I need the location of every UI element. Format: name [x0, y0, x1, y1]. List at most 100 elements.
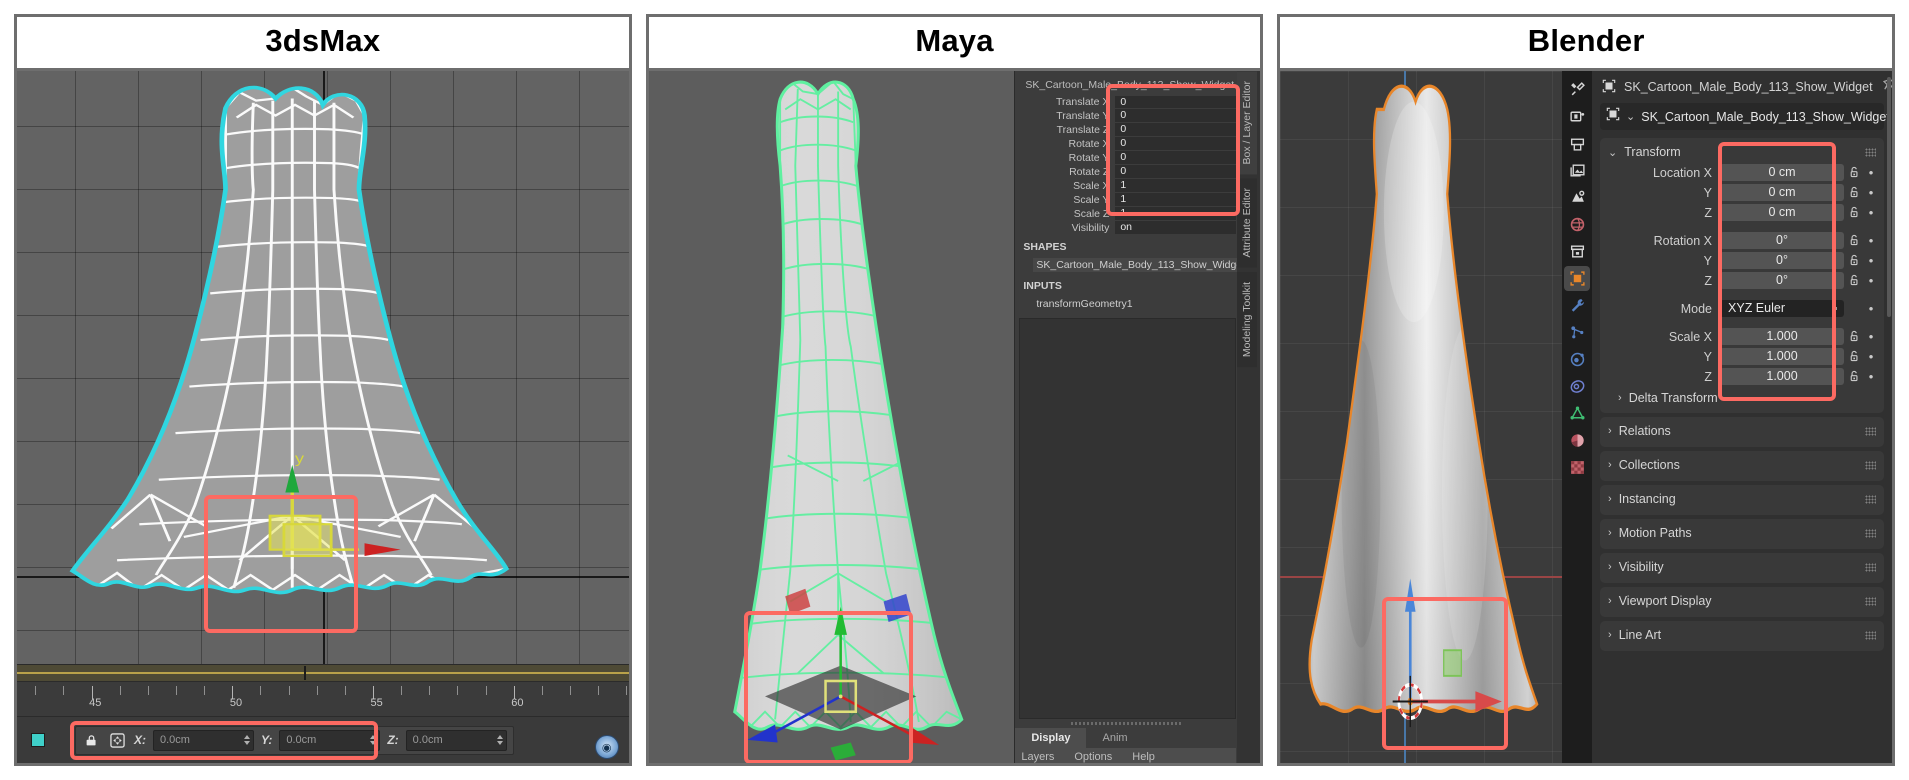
max-track-bar[interactable] — [17, 664, 629, 681]
animate-property-dot-icon[interactable]: • — [1864, 273, 1878, 288]
blender-tab-modifier-wrench[interactable] — [1564, 293, 1590, 318]
blender-object-id-block[interactable]: ⌄ SK_Cartoon_Male_Body_113_Show_Widget — [1600, 103, 1890, 130]
blender-transform-row[interactable]: Rotation X 0° • — [1600, 231, 1884, 250]
lock-open-icon[interactable] — [1848, 254, 1861, 267]
maya-layer-tabs[interactable]: Display Anim — [1015, 728, 1237, 748]
drag-grip-icon[interactable] — [1865, 426, 1877, 436]
blender-field-value[interactable]: 0° — [1720, 232, 1845, 249]
blender-field-lock[interactable] — [1844, 234, 1864, 247]
blender-transform-row[interactable]: Z 1.000 • — [1600, 367, 1884, 386]
blender-tab-particles[interactable] — [1564, 320, 1590, 345]
maya-vtab-channel-box[interactable]: Box / Layer Editor — [1237, 71, 1258, 175]
maya-layer-menubar[interactable]: Layers Options Help — [1015, 748, 1237, 763]
maya-menu-layers[interactable]: Layers — [1021, 751, 1054, 763]
animate-property-dot-icon[interactable]: • — [1864, 301, 1878, 316]
blender-panel-motion-paths[interactable]: › Motion Paths — [1600, 519, 1885, 549]
maya-splitter-handle[interactable] — [1015, 719, 1237, 728]
blender-panel-line-art[interactable]: › Line Art — [1600, 621, 1885, 651]
blender-delta-transform-subpanel[interactable]: › Delta Transform — [1600, 387, 1884, 407]
chevron-right-icon[interactable]: › — [1608, 629, 1612, 641]
animate-property-dot-icon[interactable]: • — [1864, 233, 1878, 248]
maya-attribute-row[interactable]: Scale Y 1 — [1021, 193, 1237, 206]
max-y-input[interactable] — [280, 734, 371, 746]
maya-attribute-value[interactable]: 0 — [1115, 123, 1237, 136]
max-y-spinner[interactable] — [370, 735, 379, 745]
blender-field-value[interactable]: 0 cm — [1720, 164, 1845, 181]
blender-panel-viewport-display[interactable]: › Viewport Display — [1600, 587, 1885, 617]
blender-field-lock[interactable] — [1844, 166, 1864, 179]
blender-field-value[interactable]: 1.000 — [1720, 328, 1845, 345]
blender-panel-relations[interactable]: › Relations — [1600, 417, 1885, 447]
maya-manipulator-gizmo[interactable] — [649, 71, 1015, 763]
maya-vtab-modeling-toolkit[interactable]: Modeling Toolkit — [1237, 271, 1258, 368]
blender-properties-tab-column[interactable] — [1562, 71, 1593, 763]
max-x-input[interactable] — [154, 734, 244, 746]
blender-field-lock[interactable] — [1844, 370, 1864, 383]
blender-transform-row[interactable]: Y 1.000 • — [1600, 347, 1884, 366]
blender-viewport[interactable] — [1280, 71, 1563, 763]
blender-panel-instancing[interactable]: › Instancing — [1600, 485, 1885, 515]
drag-grip-icon[interactable] — [1865, 562, 1877, 572]
animate-property-dot-icon[interactable]: • — [1864, 205, 1878, 220]
blender-tab-tool[interactable] — [1564, 77, 1590, 102]
maya-vtab-attribute-editor[interactable]: Attribute Editor — [1237, 178, 1258, 268]
lock-open-icon[interactable] — [1848, 186, 1861, 199]
drag-grip-icon[interactable] — [1865, 460, 1877, 470]
maya-attribute-row[interactable]: Rotate X 0 — [1021, 137, 1237, 150]
blender-transform-row[interactable]: Y 0° • — [1600, 251, 1884, 270]
maya-attribute-row[interactable]: Visibility on — [1021, 221, 1237, 234]
max-z-input[interactable] — [406, 734, 497, 746]
maya-attribute-value[interactable]: 1 — [1115, 207, 1237, 220]
blender-3d-cursor-and-gizmo[interactable] — [1280, 71, 1562, 763]
chevron-right-icon[interactable]: › — [1608, 595, 1612, 607]
chevron-right-icon[interactable]: › — [1608, 459, 1612, 471]
maya-attribute-row[interactable]: Translate Z 0 — [1021, 123, 1237, 136]
lock-open-icon[interactable] — [1848, 274, 1861, 287]
blender-transform-row[interactable]: Y 0 cm • — [1600, 183, 1884, 202]
blender-tab-material-sphere[interactable] — [1564, 428, 1590, 453]
blender-field-value[interactable]: 1.000 — [1720, 368, 1845, 385]
maya-viewport[interactable] — [648, 71, 1015, 763]
blender-tab-view-layer[interactable] — [1564, 158, 1590, 183]
animate-property-dot-icon[interactable]: • — [1864, 165, 1878, 180]
maya-attribute-row[interactable]: Translate X 0 — [1021, 95, 1237, 108]
maya-tab-display[interactable]: Display — [1015, 728, 1087, 748]
maya-attribute-value[interactable]: 0 — [1115, 165, 1237, 178]
animate-property-dot-icon[interactable]: • — [1864, 185, 1878, 200]
max-timeline-ruler[interactable]: 45 50 55 60 — [17, 681, 629, 716]
blender-object-name[interactable]: SK_Cartoon_Male_Body_113_Show_Widget — [1641, 110, 1890, 124]
blender-field-value[interactable]: 0° — [1720, 272, 1845, 289]
blender-field-lock[interactable] — [1844, 274, 1864, 287]
blender-transform-row[interactable]: Location X 0 cm • — [1600, 163, 1884, 182]
maya-attribute-value[interactable]: 1 — [1115, 193, 1237, 206]
max-coordinate-bar[interactable]: X: Y: Z: — [75, 725, 514, 755]
blender-field-lock[interactable] — [1844, 206, 1864, 219]
drag-grip-icon[interactable] — [1865, 494, 1877, 504]
chevron-right-icon[interactable]: › — [1608, 527, 1612, 539]
blender-tab-physics[interactable] — [1564, 347, 1590, 372]
blender-tab-output-printer[interactable] — [1564, 131, 1590, 156]
blender-tab-constraints[interactable] — [1564, 374, 1590, 399]
blender-panel-header[interactable]: › Collections — [1600, 455, 1884, 475]
blender-tab-object-data-triangle[interactable] — [1564, 401, 1590, 426]
maya-tab-anim[interactable]: Anim — [1086, 728, 1144, 748]
chevron-right-icon[interactable]: › — [1608, 561, 1612, 573]
maya-attribute-row[interactable]: Scale Z 1 — [1021, 207, 1237, 220]
chevron-right-icon[interactable]: › — [1608, 493, 1612, 505]
lock-open-icon[interactable] — [1848, 234, 1861, 247]
max-transform-gizmo[interactable]: y — [17, 71, 629, 664]
absolute-mode-icon[interactable] — [108, 731, 127, 750]
animate-property-dot-icon[interactable]: • — [1864, 349, 1878, 364]
drag-grip-icon[interactable] — [1865, 528, 1877, 538]
blender-tab-render[interactable] — [1564, 104, 1590, 129]
lock-open-icon[interactable] — [1848, 350, 1861, 363]
blender-field-value[interactable]: 0 cm — [1720, 204, 1845, 221]
blender-transform-row[interactable]: Mode XYZ Euler • — [1600, 299, 1884, 318]
blender-panel-header[interactable]: › Relations — [1600, 421, 1884, 441]
max-z-field[interactable] — [405, 729, 507, 751]
blender-panel-header[interactable]: › Viewport Display — [1600, 591, 1884, 611]
animate-property-dot-icon[interactable]: • — [1864, 329, 1878, 344]
blender-field-lock[interactable] — [1844, 330, 1864, 343]
max-z-spinner[interactable] — [496, 735, 506, 745]
steering-wheel-icon[interactable]: ◉ — [594, 735, 619, 759]
